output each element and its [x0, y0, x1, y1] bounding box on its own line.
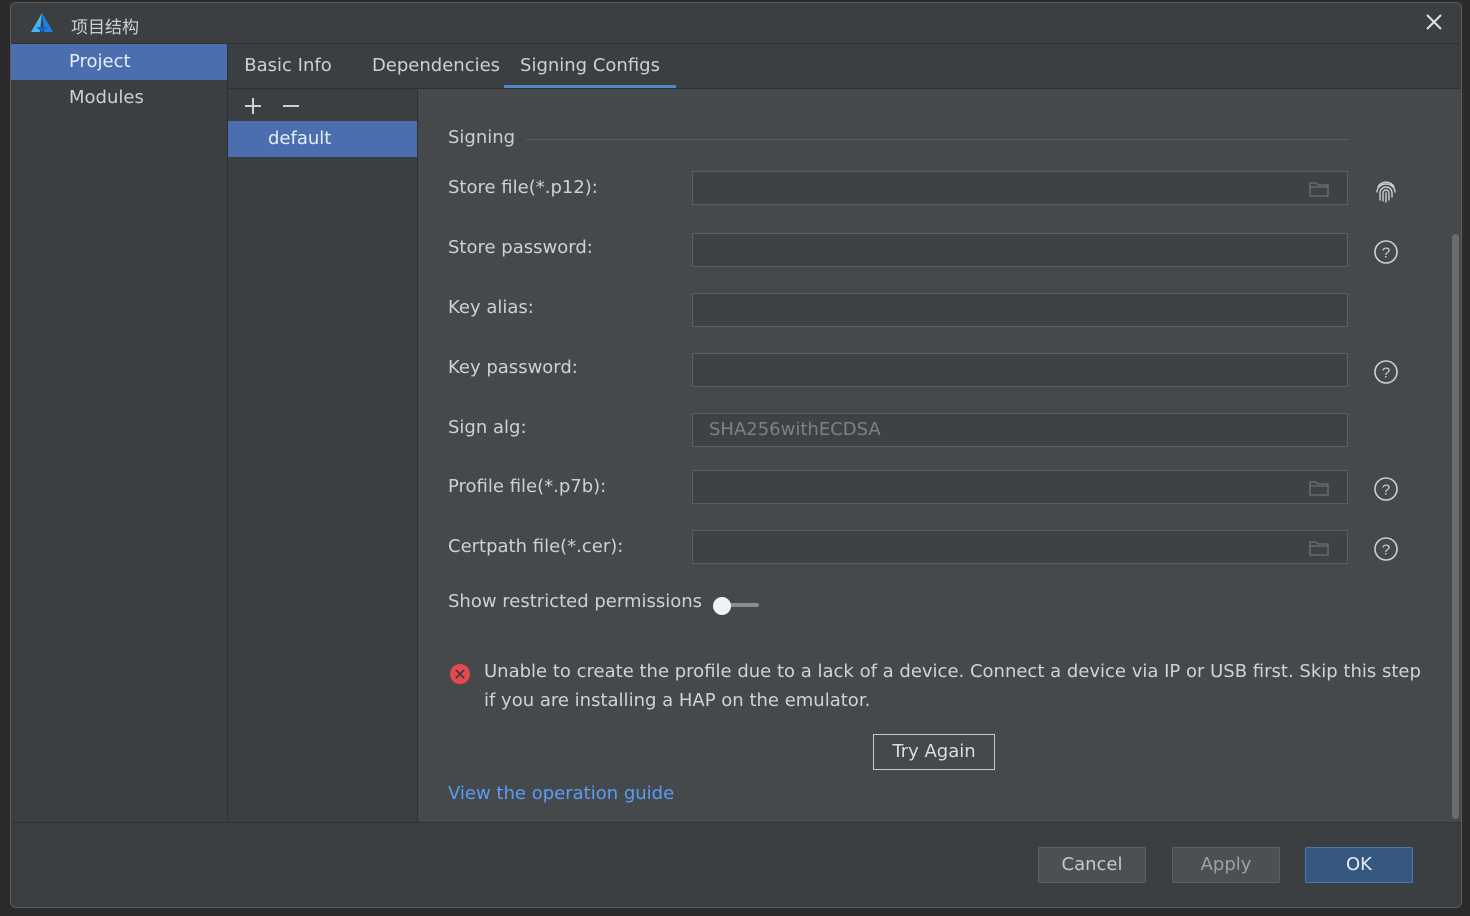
- list-toolbar: [228, 89, 417, 121]
- store-file-label: Store file(*.p12):: [448, 177, 598, 198]
- folder-icon[interactable]: [1309, 181, 1329, 197]
- error-icon: [450, 664, 470, 684]
- apply-button[interactable]: Apply: [1172, 847, 1280, 883]
- fingerprint-icon[interactable]: [1373, 178, 1399, 204]
- profile-file-label: Profile file(*.p7b):: [448, 476, 607, 497]
- tab-basic-info[interactable]: Basic Info: [228, 44, 348, 88]
- tab-signing-configs[interactable]: Signing Configs: [504, 44, 676, 88]
- folder-icon[interactable]: [1309, 480, 1329, 496]
- toggle-knob: [713, 597, 731, 615]
- add-icon[interactable]: [242, 95, 264, 117]
- signing-panel: Signing Store file(*.p12): Store passwor…: [418, 89, 1461, 823]
- store-password-field[interactable]: [692, 233, 1348, 267]
- key-alias-label: Key alias:: [448, 297, 534, 318]
- store-password-label: Store password:: [448, 237, 593, 258]
- vertical-scrollbar[interactable]: [1452, 234, 1459, 819]
- title-bar: 项目结构: [11, 3, 1461, 44]
- ok-button[interactable]: OK: [1305, 847, 1413, 883]
- store-file-field[interactable]: [692, 171, 1348, 205]
- project-structure-dialog: 项目结构 Project Modules Basic Info Dependen…: [10, 2, 1462, 908]
- try-again-button[interactable]: Try Again: [873, 734, 995, 770]
- config-item-default[interactable]: default: [228, 121, 417, 157]
- folder-icon[interactable]: [1309, 540, 1329, 556]
- svg-text:?: ?: [1382, 542, 1390, 559]
- svg-text:?: ?: [1382, 482, 1390, 499]
- cancel-button[interactable]: Cancel: [1038, 847, 1146, 883]
- error-message: Unable to create the profile due to a la…: [484, 661, 1421, 711]
- help-icon[interactable]: ?: [1373, 536, 1399, 562]
- remove-icon[interactable]: [280, 95, 302, 117]
- section-title: Signing: [448, 127, 516, 148]
- tab-dependencies[interactable]: Dependencies: [356, 44, 516, 88]
- sign-alg-field[interactable]: SHA256withECDSA: [692, 413, 1348, 447]
- key-alias-field[interactable]: [692, 293, 1348, 327]
- sign-alg-value: SHA256withECDSA: [709, 419, 881, 440]
- window-title: 项目结构: [71, 18, 139, 38]
- key-password-field[interactable]: [692, 353, 1348, 387]
- operation-guide-link[interactable]: View the operation guide: [448, 783, 674, 804]
- certpath-file-field[interactable]: [692, 530, 1348, 564]
- nav-item-project[interactable]: Project: [11, 44, 227, 80]
- certpath-file-label: Certpath file(*.cer):: [448, 536, 624, 557]
- restricted-permissions-label: Show restricted permissions: [448, 591, 703, 612]
- help-icon[interactable]: ?: [1373, 476, 1399, 502]
- profile-file-field[interactable]: [692, 470, 1348, 504]
- svg-text:?: ?: [1382, 365, 1390, 382]
- signing-config-list: default: [228, 89, 418, 823]
- help-icon[interactable]: ?: [1373, 239, 1399, 265]
- left-nav: Project Modules: [11, 44, 228, 823]
- nav-item-modules[interactable]: Modules: [11, 80, 227, 116]
- key-password-label: Key password:: [448, 357, 578, 378]
- restricted-permissions-toggle[interactable]: [713, 597, 765, 615]
- tab-bar: Basic Info Dependencies Signing Configs: [228, 44, 1461, 89]
- help-icon[interactable]: ?: [1373, 359, 1399, 385]
- svg-text:?: ?: [1382, 245, 1390, 262]
- dialog-footer: Cancel Apply OK: [11, 822, 1461, 907]
- sign-alg-label: Sign alg:: [448, 417, 527, 438]
- close-icon[interactable]: [1421, 9, 1447, 35]
- app-logo-icon: [31, 13, 53, 32]
- section-divider: [526, 139, 1350, 140]
